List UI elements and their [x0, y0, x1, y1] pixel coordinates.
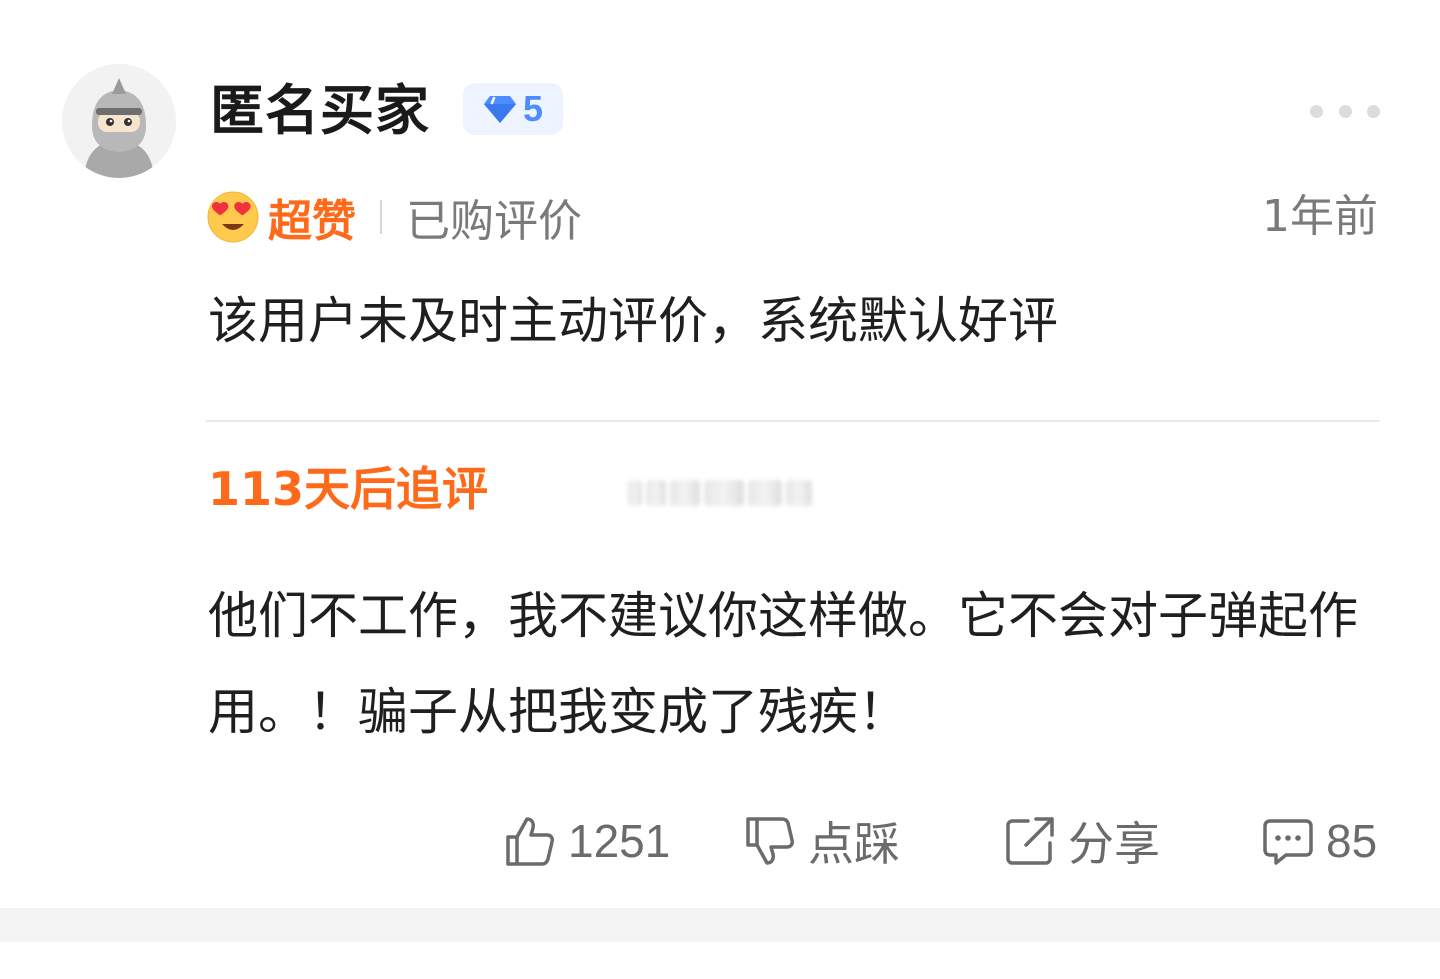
level-badge: 5	[463, 83, 563, 135]
comment-button[interactable]: 85	[1260, 806, 1377, 876]
more-dot-icon	[1338, 104, 1352, 118]
avatar[interactable]	[62, 64, 176, 178]
heart-eyes-emoji-icon	[207, 191, 259, 243]
dislike-label: 点踩	[808, 817, 900, 871]
section-separator	[0, 908, 1440, 942]
thumbs-up-icon	[506, 817, 554, 866]
dislike-button[interactable]: 点踩	[742, 806, 900, 876]
share-label: 分享	[1068, 817, 1160, 871]
share-button[interactable]: 分享	[1002, 806, 1160, 876]
action-bar: 1251 点踩 分享 85	[0, 806, 1440, 876]
username[interactable]: 匿名买家	[210, 80, 430, 142]
review-text: 该用户未及时主动评价，系统默认好评	[208, 292, 1058, 350]
more-dot-icon	[1310, 104, 1323, 118]
more-options-button[interactable]	[1310, 96, 1380, 126]
rating-row: 超赞 已购评价	[206, 186, 582, 248]
purchase-tag: 已购评价	[406, 196, 582, 247]
thumbs-down-icon	[746, 817, 794, 865]
level-number: 5	[522, 88, 544, 129]
review-time: 1年前	[1262, 191, 1378, 242]
diamond-icon	[483, 96, 516, 123]
more-dot-icon	[1367, 104, 1380, 118]
followup-label: 113天后追评	[208, 462, 489, 516]
like-count: 1251	[568, 815, 671, 867]
like-button[interactable]: 1251	[502, 806, 670, 876]
rating-label: 超赞	[268, 196, 356, 247]
comment-icon	[1263, 819, 1313, 865]
followup-text: 他们不工作，我不建议你这样做。它不会对子弹起作用。！骗子从把我变成了残疾！	[208, 587, 1358, 741]
comment-count: 85	[1326, 815, 1378, 867]
blurred-text	[628, 478, 822, 508]
section-divider	[206, 420, 1380, 422]
ninja-avatar-icon	[62, 64, 176, 178]
divider	[380, 200, 382, 234]
share-icon	[1006, 817, 1054, 865]
